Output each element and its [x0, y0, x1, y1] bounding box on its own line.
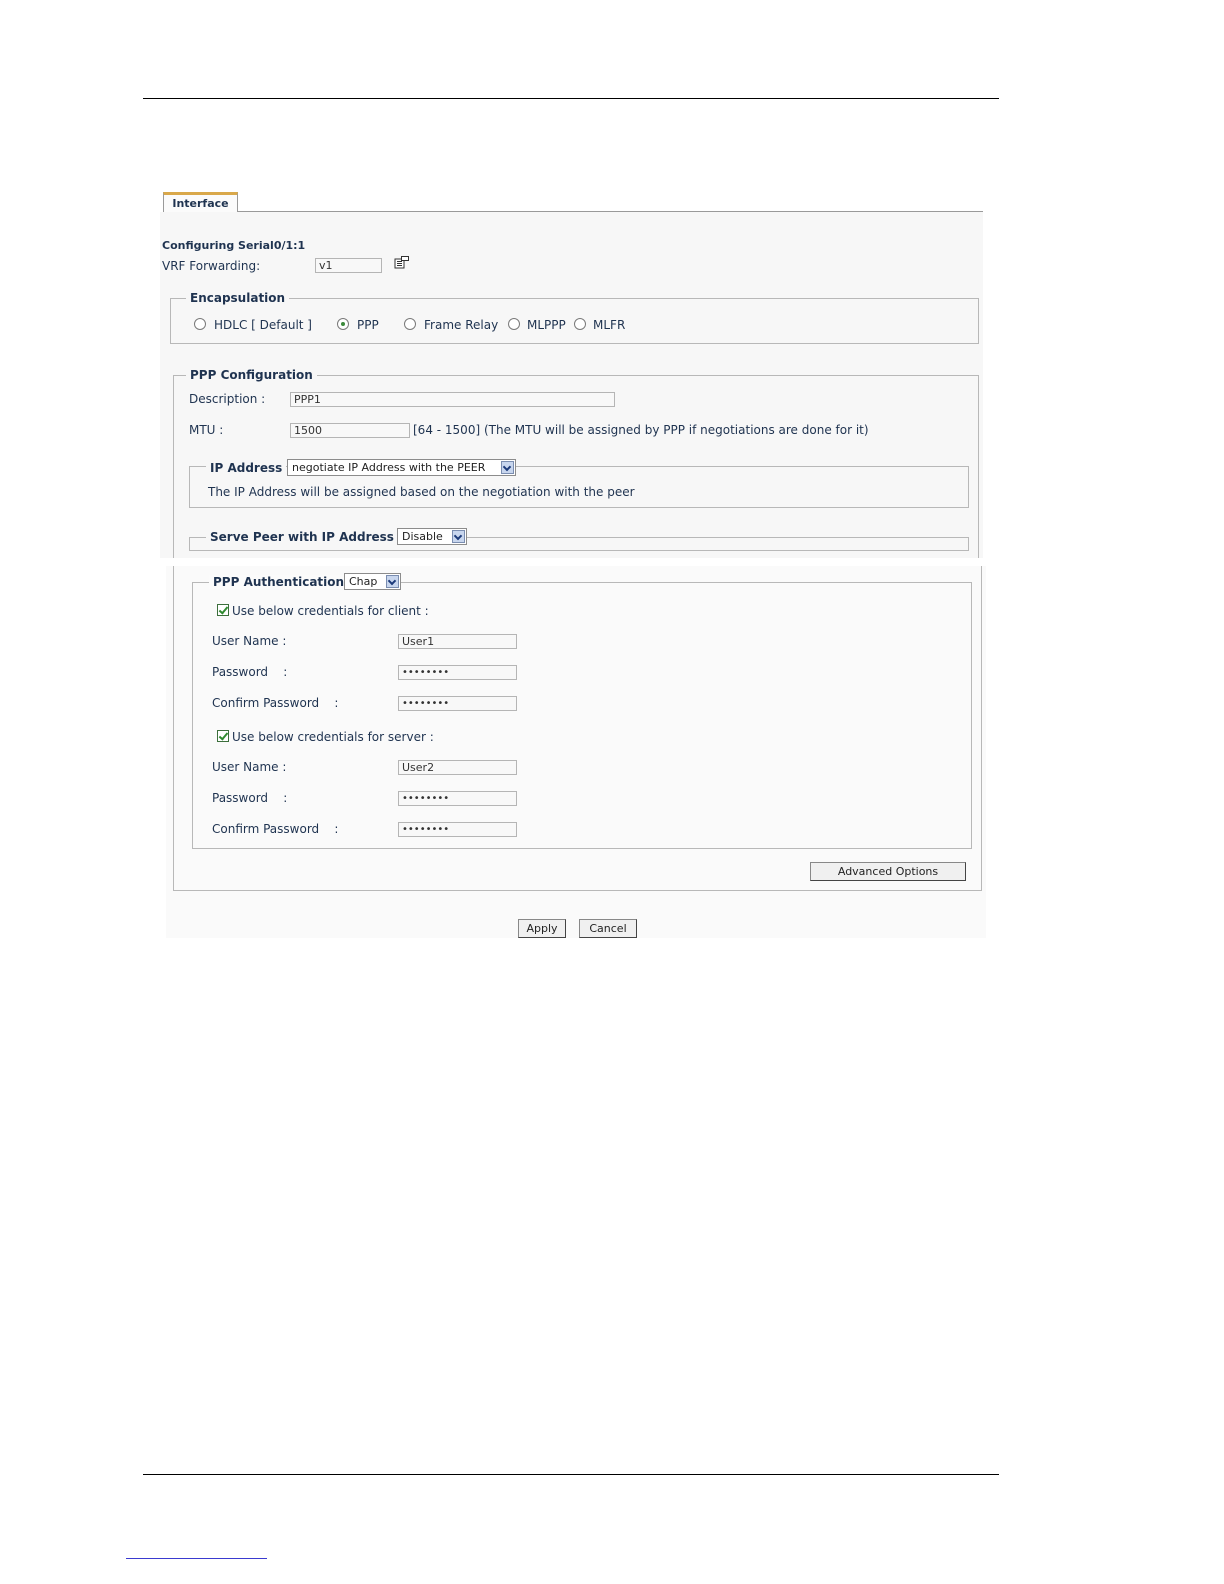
radio-mlppp[interactable]	[508, 318, 520, 330]
chevron-down-icon	[501, 461, 514, 474]
radio-ppp[interactable]	[337, 318, 349, 330]
ppp-auth-select-value: Chap	[349, 575, 378, 588]
ppp-auth-fieldset	[192, 582, 972, 849]
client-confirm-label: Confirm Password :	[212, 696, 339, 710]
vrf-field[interactable]: v1	[315, 258, 382, 273]
radio-mlfr[interactable]	[574, 318, 586, 330]
client-credentials-label: Use below credentials for client :	[232, 604, 429, 618]
radio-mlppp-label: MLPPP	[527, 318, 566, 332]
chevron-down-icon	[386, 575, 399, 588]
encapsulation-legend: Encapsulation	[186, 291, 290, 305]
ip-address-note: The IP Address will be assigned based on…	[208, 485, 635, 499]
client-username-field[interactable]: User1	[398, 634, 517, 649]
serve-peer-select-value: Disable	[402, 530, 443, 543]
apply-button[interactable]: Apply	[518, 919, 566, 938]
radio-hdlc[interactable]	[194, 318, 206, 330]
client-credentials-checkbox[interactable]	[217, 604, 229, 616]
top-rule	[143, 98, 999, 99]
tab-bar-line	[163, 211, 983, 212]
ip-address-select-value: negotiate IP Address with the PEER	[292, 461, 486, 474]
mtu-hint: [64 - 1500] (The MTU will be assigned by…	[413, 423, 869, 437]
bottom-rule	[143, 1474, 999, 1475]
vrf-label: VRF Forwarding:	[162, 259, 261, 273]
client-username-label: User Name :	[212, 634, 287, 648]
mtu-label: MTU :	[189, 423, 224, 437]
client-password-label: Password :	[212, 665, 288, 679]
client-confirm-field[interactable]: ••••••••	[398, 696, 517, 711]
chevron-down-icon	[452, 530, 465, 543]
server-credentials-label: Use below credentials for server :	[232, 730, 434, 744]
serve-peer-select[interactable]: Disable	[397, 528, 467, 545]
ip-address-legend: IP Address	[206, 461, 287, 475]
server-username-field[interactable]: User2	[398, 760, 517, 775]
configuring-title: Configuring Serial0/1:1	[162, 239, 306, 252]
server-password-label: Password :	[212, 791, 288, 805]
ip-address-select[interactable]: negotiate IP Address with the PEER	[287, 459, 516, 476]
server-confirm-field[interactable]: ••••••••	[398, 822, 517, 837]
radio-frame-relay[interactable]	[404, 318, 416, 330]
ppp-auth-legend: PPP Authentication	[209, 575, 349, 589]
cancel-button[interactable]: Cancel	[579, 919, 637, 938]
properties-icon[interactable]	[394, 255, 410, 269]
client-password-field[interactable]: ••••••••	[398, 665, 517, 680]
description-label: Description :	[189, 392, 266, 406]
ppp-config-legend: PPP Configuration	[186, 368, 317, 382]
advanced-options-button[interactable]: Advanced Options	[810, 862, 966, 881]
radio-mlfr-label: MLFR	[593, 318, 626, 332]
server-password-field[interactable]: ••••••••	[398, 791, 517, 806]
serve-peer-legend: Serve Peer with IP Address	[206, 530, 398, 544]
server-confirm-label: Confirm Password :	[212, 822, 339, 836]
server-credentials-checkbox[interactable]	[217, 730, 229, 742]
description-field[interactable]: PPP1	[290, 392, 615, 407]
server-username-label: User Name :	[212, 760, 287, 774]
tab-interface[interactable]: Interface	[163, 192, 238, 212]
mtu-field[interactable]: 1500	[290, 423, 410, 438]
radio-ppp-label: PPP	[357, 318, 379, 332]
radio-hdlc-label: HDLC [ Default ]	[214, 318, 312, 332]
radio-frame-relay-label: Frame Relay	[424, 318, 499, 332]
ppp-auth-select[interactable]: Chap	[344, 573, 401, 590]
footer-link-rule	[126, 1558, 267, 1559]
